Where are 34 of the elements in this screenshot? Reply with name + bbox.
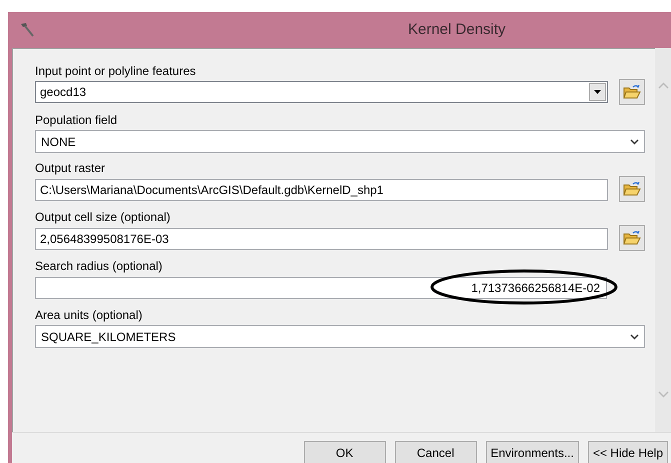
dialog-button[interactable]: OK — [304, 441, 386, 463]
combo-value: geocd13 — [39, 84, 88, 101]
browse-button[interactable] — [619, 225, 645, 251]
dropdown-field[interactable]: SQUARE_KILOMETERS — [35, 325, 645, 348]
chevron-up-icon — [658, 82, 668, 89]
hammer-icon — [18, 21, 36, 39]
browse-button[interactable] — [619, 79, 645, 105]
field-label: Search radius (optional) — [35, 258, 164, 274]
dialog-button[interactable]: << Hide Help — [588, 441, 668, 463]
field-label: Input point or polyline features — [35, 63, 197, 79]
folder-icon — [623, 181, 641, 197]
window-title: Kernel Density — [408, 20, 506, 40]
field-label: Output cell size (optional) — [35, 209, 172, 225]
combo-box[interactable]: geocd13 — [35, 81, 608, 103]
dropdown-value: NONE — [40, 134, 77, 150]
chevron-down-icon — [630, 334, 639, 340]
dialog-button[interactable]: Cancel — [394, 441, 477, 463]
chevron-down-icon — [630, 138, 639, 144]
input-field[interactable]: C:\Users\Mariana\Documents\ArcGIS\Default.gdb\KernelD_shp1 — [35, 179, 608, 201]
chevron-down-icon — [658, 391, 668, 398]
field-label: Area units (optional) — [35, 307, 144, 323]
scroll-bar[interactable] — [655, 48, 671, 432]
field-label: Population field — [35, 112, 118, 128]
dropdown-value: SQUARE_KILOMETERS — [40, 328, 177, 346]
input-field[interactable]: 2,05648399508176E-03 — [35, 228, 608, 250]
triangle-down-icon — [594, 90, 601, 94]
folder-icon — [623, 84, 641, 100]
dropdown-button[interactable] — [589, 83, 606, 101]
input-field[interactable]: 1,71373666256814E-02 — [35, 277, 607, 299]
browse-button[interactable] — [619, 176, 645, 202]
dropdown-field[interactable]: NONE — [35, 130, 645, 153]
field-label: Output raster — [35, 160, 106, 176]
folder-icon — [623, 230, 641, 246]
dialog-button[interactable]: Environments... — [486, 441, 579, 463]
